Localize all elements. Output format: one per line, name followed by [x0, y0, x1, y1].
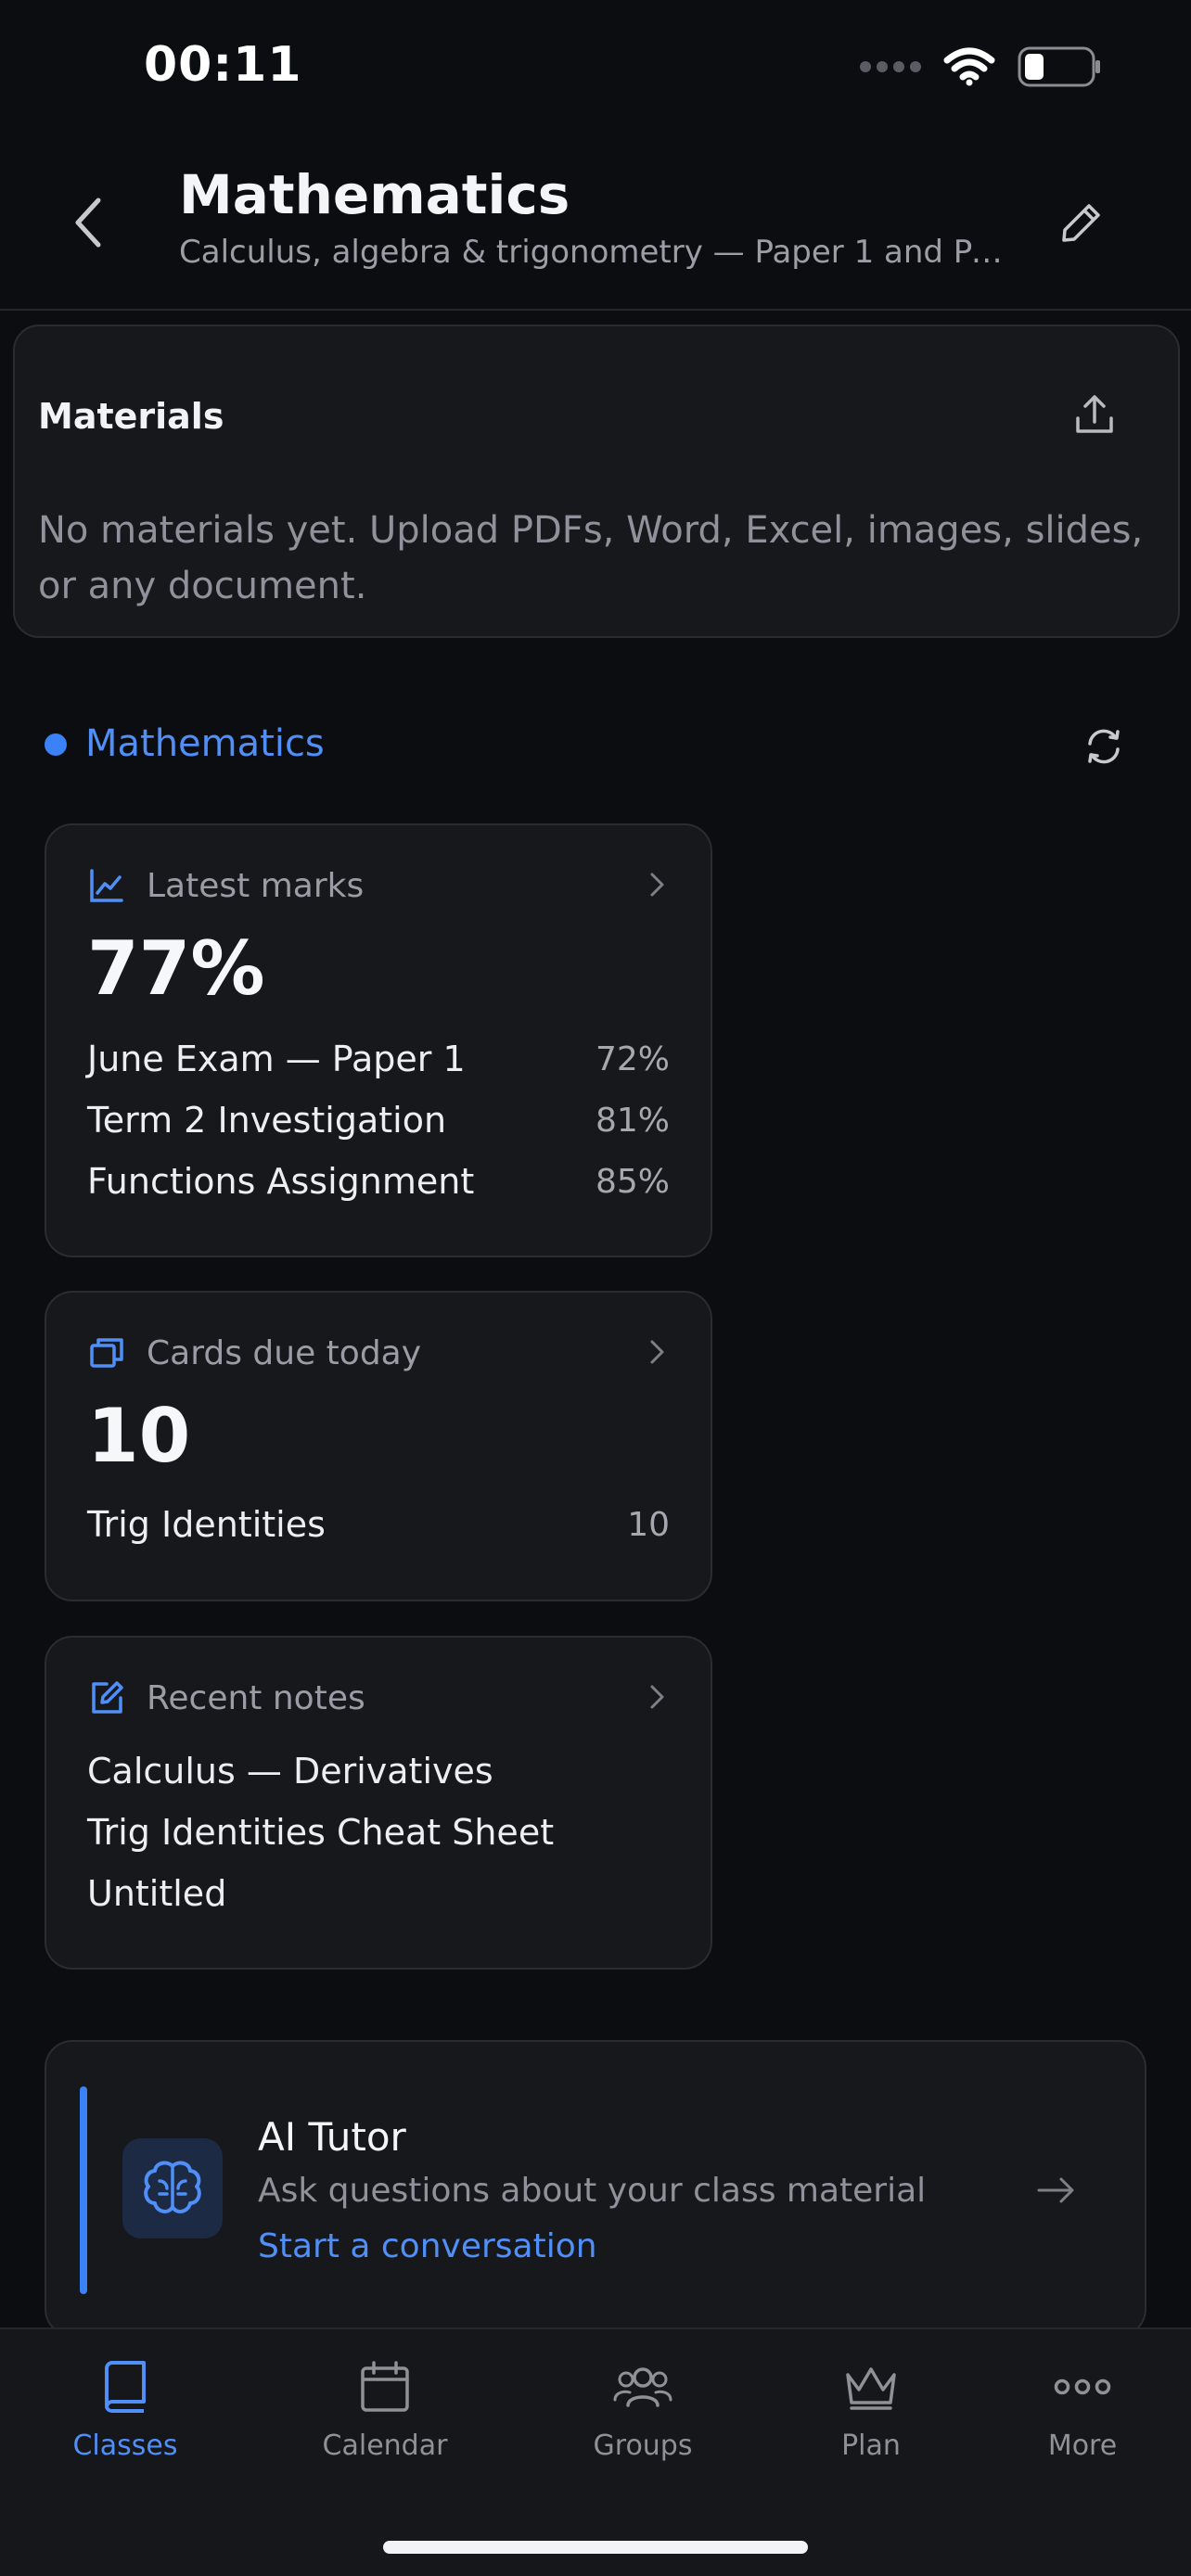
edit-note-icon [87, 1678, 126, 1717]
upload-icon [1076, 395, 1113, 433]
tab-calendar[interactable]: Calendar [292, 2357, 478, 2468]
tab-more[interactable]: More [990, 2357, 1175, 2468]
chevron-left-icon [75, 198, 101, 248]
wifi-icon [943, 47, 995, 86]
pencil-icon [1062, 204, 1100, 242]
tab-groups[interactable]: Groups [550, 2357, 736, 2468]
class-color-dot [45, 733, 67, 756]
mark-name: June Exam — Paper 1 [87, 1039, 466, 1079]
arrow-right-icon [1037, 2177, 1074, 2203]
refresh-button[interactable] [1076, 719, 1132, 774]
deck-count: 10 [627, 1505, 670, 1544]
tab-label: Plan [841, 2429, 901, 2462]
edit-button[interactable] [1054, 195, 1109, 250]
note-item[interactable]: Calculus — Derivatives [87, 1751, 493, 1792]
materials-title: Materials [38, 396, 224, 437]
accent-bar [80, 2086, 87, 2294]
tab-bar: Classes Calendar Groups Plan More [0, 2327, 1191, 2576]
latest-marks-header: Latest marks [87, 862, 673, 909]
cards-due-card[interactable]: Cards due today 10 Trig Identities 10 [45, 1291, 712, 1601]
recent-notes-card[interactable]: Recent notes Calculus — Derivatives Trig… [45, 1636, 712, 1970]
mark-row: June Exam — Paper 1 72% [87, 1033, 670, 1085]
page-title: Mathematics [179, 163, 570, 226]
chevron-right-icon [650, 873, 664, 897]
cellular-signal-icon [860, 61, 921, 72]
mark-score: 72% [595, 1039, 670, 1078]
trending-up-icon [87, 866, 126, 905]
chevron-right-icon [650, 1685, 664, 1709]
ai-tutor-title: AI Tutor [258, 2114, 406, 2160]
status-icons [860, 46, 1103, 87]
materials-empty-text: No materials yet. Upload PDFs, Word, Exc… [38, 509, 1144, 607]
cards-due-value: 10 [87, 1393, 191, 1479]
chevron-right-icon [650, 1340, 664, 1364]
tab-label: More [1047, 2429, 1118, 2462]
page-subtitle: Calculus, algebra & trigonometry — Paper… [179, 234, 1014, 271]
status-time: 00:11 [144, 37, 302, 93]
cards-due-label: Cards due today [147, 1333, 422, 1372]
refresh-icon [1088, 729, 1120, 764]
ellipsis-icon [1053, 2357, 1112, 2417]
start-conversation-link[interactable]: Start a conversation [258, 2227, 597, 2265]
crown-icon [841, 2357, 901, 2417]
header: Mathematics Calculus, algebra & trigonom… [0, 139, 1191, 311]
note-item[interactable]: Trig Identities Cheat Sheet [87, 1812, 554, 1853]
class-section-header: Mathematics [45, 719, 1148, 774]
tab-label: Classes [72, 2429, 178, 2462]
screen: 00:11 Mathematics Calculus, algebra & tr… [0, 0, 1191, 2576]
class-section-label[interactable]: Mathematics [85, 722, 325, 765]
users-icon [613, 2357, 672, 2417]
brain-icon [122, 2138, 223, 2238]
latest-marks-card[interactable]: Latest marks 77% June Exam — Paper 1 72%… [45, 823, 712, 1257]
home-indicator[interactable] [383, 2541, 808, 2554]
latest-marks-value: 77% [87, 925, 265, 1012]
tab-label: Groups [593, 2429, 693, 2462]
recent-notes-header: Recent notes [87, 1675, 673, 1721]
latest-marks-label: Latest marks [147, 866, 365, 905]
back-button[interactable] [65, 190, 111, 255]
cards-stack-icon [87, 1333, 126, 1372]
tab-classes[interactable]: Classes [32, 2357, 218, 2468]
materials-panel: Materials No materials yet. Upload PDFs,… [13, 325, 1180, 638]
mark-row: Functions Assignment 85% [87, 1155, 670, 1207]
ai-tutor-description: Ask questions about your class material [258, 2172, 927, 2210]
calendar-icon [355, 2357, 415, 2417]
battery-icon [1018, 46, 1100, 87]
mark-row: Term 2 Investigation 81% [87, 1094, 670, 1146]
mark-score: 85% [595, 1162, 670, 1201]
tab-label: Calendar [322, 2429, 448, 2462]
mark-name: Term 2 Investigation [87, 1100, 447, 1141]
book-icon [96, 2357, 155, 2417]
recent-notes-label: Recent notes [147, 1678, 365, 1717]
mark-score: 81% [595, 1101, 670, 1140]
deck-row: Trig Identities 10 [87, 1498, 670, 1550]
mark-name: Functions Assignment [87, 1161, 475, 1202]
cards-due-header: Cards due today [87, 1330, 673, 1376]
ai-tutor-card[interactable]: AI Tutor Ask questions about your class … [45, 2040, 1146, 2337]
tab-plan[interactable]: Plan [778, 2357, 964, 2468]
upload-button[interactable] [1067, 387, 1122, 442]
note-item[interactable]: Untitled [87, 1873, 226, 1914]
deck-name: Trig Identities [87, 1504, 326, 1545]
